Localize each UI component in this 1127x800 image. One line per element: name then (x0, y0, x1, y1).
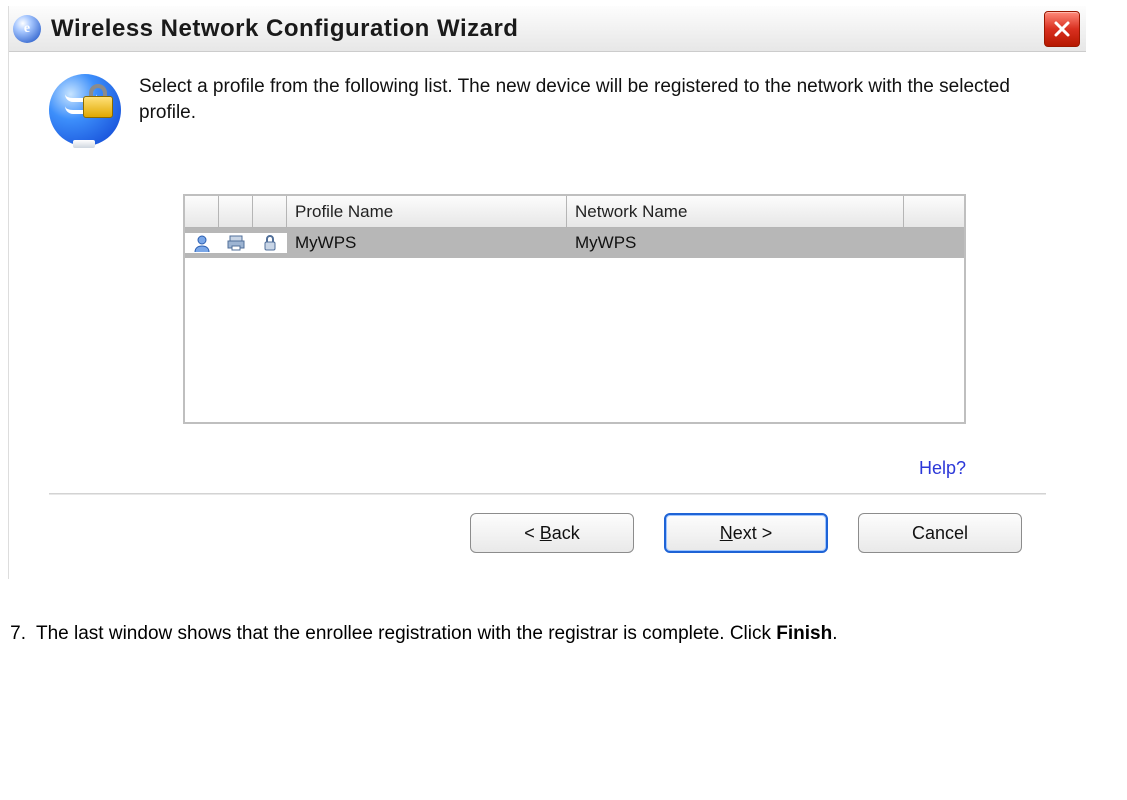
header-profile-name[interactable]: Profile Name (287, 196, 567, 228)
cancel-button[interactable]: Cancel (858, 513, 1022, 553)
cell-profile-name: MyWPS (287, 233, 567, 253)
header-icon-col-1[interactable] (185, 196, 219, 228)
window-title: Wireless Network Configuration Wizard (51, 15, 518, 43)
header-pad (904, 196, 964, 228)
help-link[interactable]: Help? (919, 458, 966, 478)
back-button[interactable]: < Back (470, 513, 634, 553)
close-button[interactable] (1044, 11, 1080, 47)
profile-row[interactable]: MyWPS MyWPS (185, 228, 964, 258)
wizard-buttons: < Back Next > Cancel (9, 495, 1086, 579)
printer-icon (219, 233, 253, 253)
cell-network-name: MyWPS (567, 233, 904, 253)
list-header: Profile Name Network Name (185, 196, 964, 228)
close-icon (1052, 19, 1072, 39)
wizard-dialog: Wireless Network Configuration Wizard Se… (8, 6, 1086, 579)
user-icon (185, 233, 219, 253)
doc-step-7: 7. The last window shows that the enroll… (0, 621, 1115, 647)
app-icon (13, 15, 41, 43)
intro-section: Select a profile from the following list… (49, 74, 1046, 146)
lock-icon (253, 233, 287, 253)
header-icon-col-3[interactable] (253, 196, 287, 228)
header-icon-col-2[interactable] (219, 196, 253, 228)
profile-list[interactable]: Profile Name Network Name (183, 194, 966, 424)
titlebar: Wireless Network Configuration Wizard (9, 6, 1086, 52)
network-lock-icon (49, 74, 121, 146)
header-network-name[interactable]: Network Name (567, 196, 904, 228)
step-text: The last window shows that the enrollee … (36, 621, 838, 647)
intro-text: Select a profile from the following list… (139, 74, 1019, 125)
next-button[interactable]: Next > (664, 513, 828, 553)
step-number: 7. (0, 621, 36, 647)
